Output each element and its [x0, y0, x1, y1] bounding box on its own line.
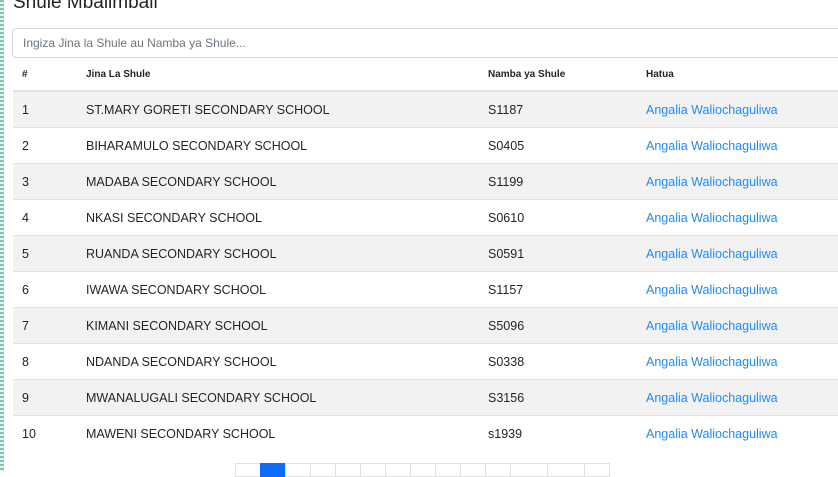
table-row: 7 KIMANI SECONDARY SCHOOL S5096 Angalia …: [13, 307, 838, 344]
search-input[interactable]: [12, 28, 838, 58]
table-row: 6 IWAWA SECONDARY SCHOOL S1157 Angalia W…: [13, 271, 838, 308]
schools-table: # Jina La Shule Namba ya Shule Hatua 1 S…: [13, 58, 838, 451]
school-name: MADABA SECONDARY SCHOOL: [86, 163, 488, 200]
view-selected-link[interactable]: Angalia Waliochaguliwa: [646, 103, 778, 117]
row-number: 7: [13, 307, 86, 344]
column-header-school-name: Jina La Shule: [86, 58, 488, 92]
page-title: Shule Mbalimbali: [13, 0, 158, 13]
view-selected-link[interactable]: Angalia Waliochaguliwa: [646, 391, 778, 405]
pagination-page-button[interactable]: [360, 463, 386, 477]
table-row: 5 RUANDA SECONDARY SCHOOL S0591 Angalia …: [13, 235, 838, 272]
row-number: 10: [13, 415, 86, 451]
school-number: S3156: [488, 379, 646, 416]
view-selected-link[interactable]: Angalia Waliochaguliwa: [646, 175, 778, 189]
column-header-school-number: Namba ya Shule: [488, 58, 646, 92]
pagination-page-button[interactable]: [485, 463, 511, 477]
pagination-page-active[interactable]: [260, 463, 286, 477]
row-number: 4: [13, 199, 86, 236]
table-header-row: # Jina La Shule Namba ya Shule Hatua: [13, 58, 838, 92]
school-number: s1939: [488, 415, 646, 451]
table-row: 9 MWANALUGALI SECONDARY SCHOOL S3156 Ang…: [13, 379, 838, 416]
pagination-page-button[interactable]: [385, 463, 411, 477]
row-number: 8: [13, 343, 86, 380]
school-name: IWAWA SECONDARY SCHOOL: [86, 271, 488, 308]
pagination-prev-button[interactable]: [235, 463, 261, 477]
view-selected-link[interactable]: Angalia Waliochaguliwa: [646, 427, 778, 441]
school-name: RUANDA SECONDARY SCHOOL: [86, 235, 488, 272]
pagination: [235, 463, 610, 477]
school-number: S0591: [488, 235, 646, 272]
school-number: S1157: [488, 271, 646, 308]
school-name: NKASI SECONDARY SCHOOL: [86, 199, 488, 236]
row-number: 9: [13, 379, 86, 416]
school-name: BIHARAMULO SECONDARY SCHOOL: [86, 127, 488, 164]
school-name: MWANALUGALI SECONDARY SCHOOL: [86, 379, 488, 416]
table-row: 3 MADABA SECONDARY SCHOOL S1199 Angalia …: [13, 163, 838, 200]
school-name: ST.MARY GORETI SECONDARY SCHOOL: [86, 90, 488, 128]
school-number: S5096: [488, 307, 646, 344]
table-row: 1 ST.MARY GORETI SECONDARY SCHOOL S1187 …: [13, 90, 838, 128]
school-number: S1199: [488, 163, 646, 200]
table-row: 2 BIHARAMULO SECONDARY SCHOOL S0405 Anga…: [13, 127, 838, 164]
pagination-next-button[interactable]: [584, 463, 610, 477]
window-left-edge: [0, 0, 4, 471]
pagination-page-button[interactable]: [410, 463, 436, 477]
view-selected-link[interactable]: Angalia Waliochaguliwa: [646, 211, 778, 225]
school-name: MAWENI SECONDARY SCHOOL: [86, 415, 488, 451]
table-row: 4 NKASI SECONDARY SCHOOL S0610 Angalia W…: [13, 199, 838, 236]
pagination-page-button[interactable]: [310, 463, 336, 477]
pagination-page-button[interactable]: [335, 463, 361, 477]
view-selected-link[interactable]: Angalia Waliochaguliwa: [646, 319, 778, 333]
pagination-page-button[interactable]: [285, 463, 311, 477]
pagination-page-button[interactable]: [510, 463, 548, 477]
column-header-number: #: [13, 58, 86, 92]
pagination-page-button[interactable]: [547, 463, 585, 477]
view-selected-link[interactable]: Angalia Waliochaguliwa: [646, 355, 778, 369]
pagination-page-button[interactable]: [435, 463, 461, 477]
view-selected-link[interactable]: Angalia Waliochaguliwa: [646, 139, 778, 153]
school-number: S1187: [488, 90, 646, 128]
table-row: 8 NDANDA SECONDARY SCHOOL S0338 Angalia …: [13, 343, 838, 380]
school-name: KIMANI SECONDARY SCHOOL: [86, 307, 488, 344]
school-number: S0610: [488, 199, 646, 236]
school-number: S0405: [488, 127, 646, 164]
row-number: 5: [13, 235, 86, 272]
view-selected-link[interactable]: Angalia Waliochaguliwa: [646, 283, 778, 297]
column-header-action: Hatua: [646, 58, 838, 92]
row-number: 3: [13, 163, 86, 200]
pagination-page-button[interactable]: [460, 463, 486, 477]
school-name: NDANDA SECONDARY SCHOOL: [86, 343, 488, 380]
school-number: S0338: [488, 343, 646, 380]
row-number: 6: [13, 271, 86, 308]
row-number: 2: [13, 127, 86, 164]
view-selected-link[interactable]: Angalia Waliochaguliwa: [646, 247, 778, 261]
row-number: 1: [13, 90, 86, 128]
table-row: 10 MAWENI SECONDARY SCHOOL s1939 Angalia…: [13, 415, 838, 451]
